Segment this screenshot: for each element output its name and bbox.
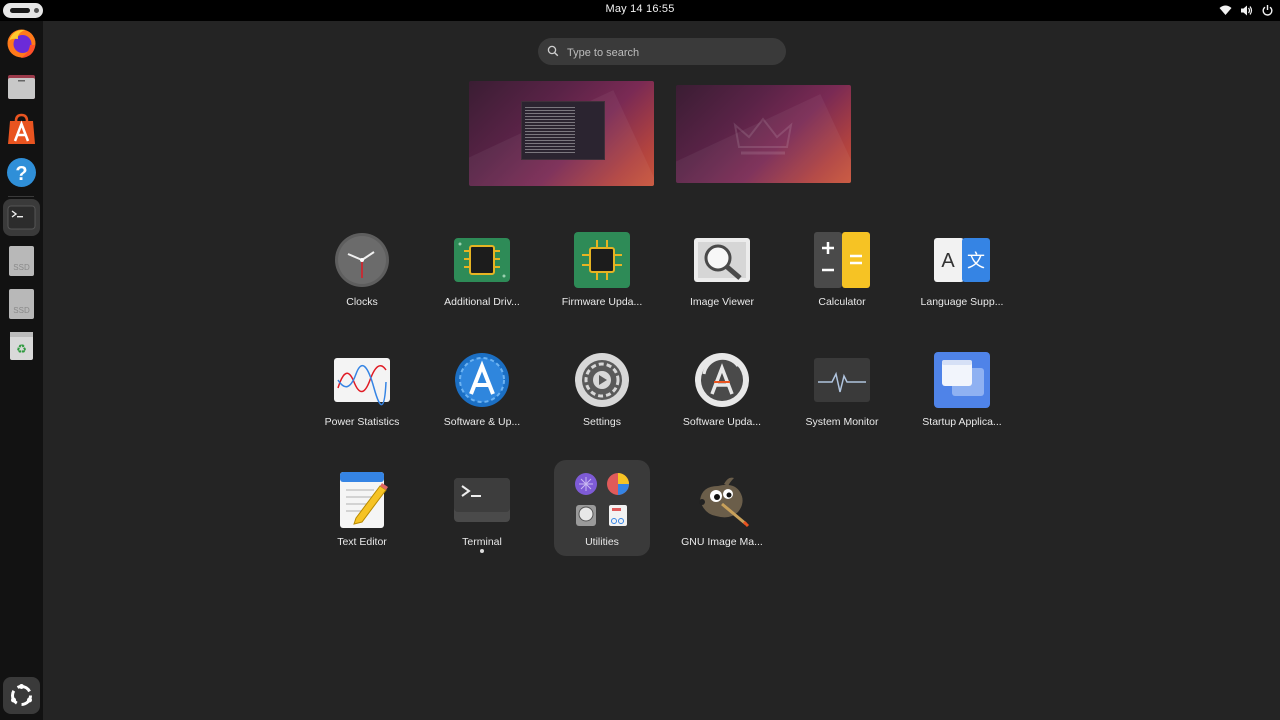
language-support-icon: A 文: [934, 238, 990, 282]
search-input[interactable]: [565, 43, 779, 62]
terminal-window-thumbnail[interactable]: [521, 101, 605, 160]
terminal-text-lines: [525, 107, 575, 155]
show-apps-button[interactable]: [3, 677, 40, 714]
svg-text:?: ?: [15, 163, 27, 185]
app-label: Calculator: [818, 296, 866, 308]
clock[interactable]: May 14 16:55: [0, 3, 1280, 15]
app-clocks[interactable]: Clocks: [314, 220, 410, 316]
app-power-statistics[interactable]: Power Statistics: [314, 340, 410, 436]
calculator-icon: [814, 232, 870, 288]
app-label: Additional Driv...: [444, 296, 520, 308]
software-updates-icon: [455, 353, 509, 407]
app-label: Power Statistics: [324, 416, 400, 428]
app-label: GNU Image Ma...: [681, 536, 763, 548]
app-label: Software Upda...: [682, 416, 762, 428]
svg-text:SSD: SSD: [13, 263, 30, 272]
app-label: Firmware Upda...: [561, 296, 643, 308]
utilities-folder-icon: [575, 473, 629, 526]
app-system-monitor[interactable]: System Monitor: [794, 340, 890, 436]
startup-applications-icon: [934, 352, 990, 408]
crown-watermark-icon: [733, 117, 793, 155]
system-monitor-icon: [814, 358, 870, 402]
svg-text:♻: ♻: [16, 342, 27, 356]
dock-item-terminal[interactable]: [3, 199, 40, 236]
dock-item-trash[interactable]: ♻: [3, 327, 40, 364]
files-icon: [8, 75, 35, 99]
settings-icon: [575, 353, 629, 407]
app-settings[interactable]: Settings: [554, 340, 650, 436]
app-label: Software & Up...: [443, 416, 521, 428]
firefox-icon: [7, 29, 36, 58]
software-updater-icon: [695, 353, 749, 407]
app-folder-utilities[interactable]: Utilities: [554, 460, 650, 556]
app-startup-applications[interactable]: Startup Applica...: [914, 340, 1010, 436]
app-software-updater[interactable]: Software Upda...: [674, 340, 770, 436]
svg-text:文: 文: [967, 251, 985, 272]
svg-text:SSD: SSD: [13, 306, 30, 315]
ssd-drive-icon: SSD: [9, 246, 34, 276]
workspace-thumbnail-2[interactable]: [676, 85, 851, 183]
app-label: Clocks: [346, 296, 378, 308]
search-bar[interactable]: [538, 38, 786, 65]
dock-item-ssd-2[interactable]: SSD: [3, 285, 40, 322]
app-label: Image Viewer: [689, 296, 754, 308]
app-calculator[interactable]: Calculator: [794, 220, 890, 316]
system-tray[interactable]: [1219, 3, 1274, 18]
dock-item-help[interactable]: ?: [3, 154, 40, 191]
app-label: Text Editor: [337, 536, 387, 548]
app-firmware-updater[interactable]: Firmware Upda...: [554, 220, 650, 316]
text-editor-icon: [340, 472, 388, 528]
app-label: System Monitor: [805, 416, 879, 428]
wifi-icon[interactable]: [1219, 4, 1232, 17]
help-icon: ?: [7, 158, 36, 187]
dock: ? SSD SSD ♻: [0, 21, 43, 720]
additional-drivers-icon: [454, 238, 510, 282]
dock-separator: [8, 196, 34, 197]
firmware-updater-icon: [574, 232, 630, 288]
running-indicator: [480, 549, 484, 553]
app-terminal[interactable]: Terminal: [434, 460, 530, 556]
app-label: Settings: [583, 416, 621, 428]
workspace-thumbnail-1[interactable]: [469, 81, 654, 186]
clocks-icon: [335, 233, 389, 287]
app-software-and-updates[interactable]: Software & Up...: [434, 340, 530, 436]
dock-item-files[interactable]: [3, 68, 40, 105]
app-center-icon: [8, 113, 35, 144]
app-label: Terminal: [462, 536, 502, 548]
trash-icon: ♻: [10, 332, 33, 360]
volume-icon[interactable]: [1240, 4, 1253, 17]
dock-item-firefox[interactable]: [3, 25, 40, 62]
app-language-support[interactable]: A 文 Language Supp...: [914, 220, 1010, 316]
search-icon: [547, 45, 559, 57]
app-image-viewer[interactable]: Image Viewer: [674, 220, 770, 316]
gimp-icon: [699, 477, 750, 528]
terminal-icon: [454, 478, 510, 522]
image-viewer-icon: [694, 238, 750, 282]
app-label: Language Supp...: [920, 296, 1004, 308]
app-label: Utilities: [585, 536, 619, 548]
svg-text:A: A: [941, 250, 955, 272]
app-additional-drivers[interactable]: Additional Driv...: [434, 220, 530, 316]
app-text-editor[interactable]: Text Editor: [314, 460, 410, 556]
terminal-icon: [7, 205, 36, 230]
show-apps-icon: [11, 684, 32, 706]
power-icon[interactable]: [1261, 4, 1274, 17]
dock-item-app-center[interactable]: [3, 111, 40, 148]
app-gimp[interactable]: GNU Image Ma...: [674, 460, 770, 556]
app-label: Startup Applica...: [922, 416, 1002, 428]
ssd-drive-icon: SSD: [9, 289, 34, 319]
dock-item-ssd-1[interactable]: SSD: [3, 242, 40, 279]
top-bar: May 14 16:55: [0, 0, 1280, 21]
power-statistics-icon: [334, 358, 390, 406]
